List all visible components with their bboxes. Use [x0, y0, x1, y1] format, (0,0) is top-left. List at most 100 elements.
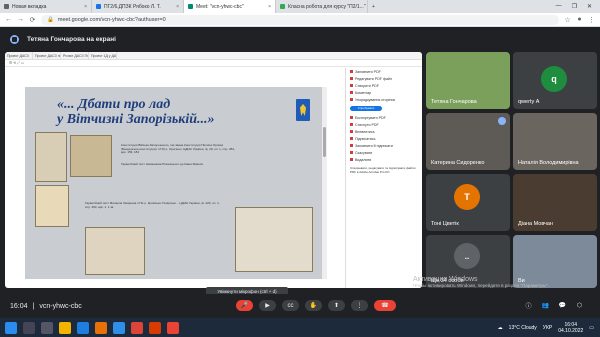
participant-tile[interactable]: Тетяна Гончарова — [426, 52, 510, 109]
side-tool[interactable]: Заповнити й підписати — [346, 142, 422, 149]
meet-icon — [188, 4, 193, 9]
close-tab-icon[interactable]: × — [176, 4, 179, 10]
new-tab-button[interactable]: + — [368, 0, 382, 13]
side-tool[interactable]: Видалити — [346, 156, 422, 163]
office-icon[interactable] — [149, 321, 161, 334]
back-icon[interactable]: ← — [5, 16, 12, 23]
browser-tab[interactable]: ПГ2/6.ДПЗК Рябоко Л. Т. × — [92, 0, 184, 13]
tab-label: Meet: "vcn-yhwc-cbc" — [196, 3, 244, 10]
browser-tab[interactable]: Новая вкладка × — [0, 0, 92, 13]
side-tool[interactable]: Стиснути PDF — [346, 121, 422, 128]
side-tool[interactable]: Коментар — [346, 89, 422, 96]
side-tool-label: Підписатись — [355, 136, 376, 141]
shared-screen: Проект ДАСЗ Проект ДАСЗ пієса Proэкт ДАС… — [5, 52, 422, 288]
side-tool[interactable]: Експортувати PDF — [346, 114, 422, 121]
document-image — [235, 207, 313, 272]
slide-caption: Конституція Війська Запорозького, так зв… — [121, 143, 235, 155]
document-image — [85, 227, 145, 275]
side-tool-label: Заповнити PDF — [355, 69, 381, 74]
captions-button[interactable]: cc — [282, 300, 299, 311]
pdf-scrollbar[interactable] — [322, 87, 327, 279]
activities-icon[interactable]: ⬡ — [571, 300, 588, 311]
present-screen-icon — [10, 34, 19, 44]
weather-text[interactable]: 13°C Cloudy — [509, 325, 537, 331]
more-options-button[interactable]: ⋮ — [351, 300, 368, 311]
close-window-icon[interactable]: ✕ — [587, 3, 592, 10]
close-tab-icon[interactable]: × — [84, 4, 87, 10]
minimize-icon[interactable]: — — [556, 3, 562, 10]
tool-icon — [350, 123, 353, 126]
edge-icon[interactable] — [77, 321, 89, 334]
notification-icon[interactable]: ▭ — [589, 325, 594, 331]
info-icon[interactable]: ⓘ — [520, 300, 537, 311]
tray-clock[interactable]: 16:04 04.10.2022 — [558, 322, 583, 334]
windows-taskbar: ☁ 13°C Cloudy УКР 16:04 04.10.2022 ▭ — [0, 318, 600, 337]
pdf-toolbar: ☰ ⟲ ⤢ ▭ — [5, 60, 422, 67]
chat-icon[interactable]: 💬 — [554, 300, 571, 311]
side-tool[interactable]: Впевнитись — [346, 128, 422, 135]
maximize-icon[interactable]: ❐ — [572, 3, 577, 10]
start-icon[interactable] — [5, 321, 17, 334]
document-icon — [96, 4, 101, 9]
system-tray: ☁ 13°C Cloudy УКР 16:04 04.10.2022 ▭ — [498, 322, 600, 334]
browser-tab[interactable]: Класна робота для курсу "П2/1..."× — [276, 0, 368, 13]
side-tool-label: Заповнити й підписати — [355, 143, 393, 148]
file-explorer-icon[interactable] — [59, 321, 71, 334]
chrome-icon[interactable] — [131, 321, 143, 334]
star-icon[interactable]: ☆ — [564, 16, 571, 24]
tool-icon — [350, 151, 353, 154]
participant-name: Наталія Володимирівна — [518, 160, 579, 166]
tool-icon — [350, 98, 353, 101]
side-tool-label: Створити PDF — [355, 83, 379, 88]
url-field[interactable]: 🔒 meet.google.com/vcn-yhwc-cbc?authuser=… — [41, 14, 559, 25]
leave-call-button[interactable]: ☎ — [374, 300, 396, 311]
slide-caption: Гарантійний лист Нахманова Рязанського д… — [121, 162, 204, 166]
side-tool[interactable]: Заповнити PDF — [346, 68, 422, 75]
meet-control-bar: 16:04 | vcn-yhwc-cbc 🎤 ▶ cc ✋ ⬆ ⋮ ☎ ⓘ 👥 … — [0, 294, 600, 318]
pdf-tab[interactable]: Proэкт ДАСЗ Ппан — [61, 52, 89, 59]
side-tool[interactable]: Упорядкування сторінок — [346, 96, 422, 103]
side-tool-label: Впевнитись — [355, 129, 375, 134]
forward-icon[interactable]: → — [17, 16, 24, 23]
pdf-reader-icon[interactable] — [167, 321, 179, 334]
tool-icon — [350, 144, 353, 147]
activation-text: Чтобы активировать Windows, перейдите в … — [413, 282, 549, 288]
close-tab-icon[interactable]: × — [268, 4, 271, 10]
side-tool[interactable]: Редагувати PDF файл — [346, 75, 422, 82]
participant-tile[interactable]: Діана Мовчан — [513, 174, 597, 231]
people-icon[interactable]: 👥 — [537, 300, 554, 311]
pdf-tab[interactable]: Проект ДАСЗ — [5, 52, 33, 59]
tray-date: 04.10.2022 — [558, 327, 584, 334]
presenting-banner: Тетяна Гончарова на екрані — [0, 28, 600, 50]
reload-icon[interactable]: ⟳ — [29, 16, 36, 24]
windows-activation-watermark: Активация Windows Чтобы активировать Win… — [413, 276, 549, 288]
mic-toggle-button[interactable]: 🎤 — [236, 300, 253, 311]
participant-name: Тетяна Гончарова — [431, 99, 477, 105]
side-tool-label: Упорядкування сторінок — [355, 97, 396, 102]
participant-tile[interactable]: Т Тоні Цветік — [426, 174, 510, 231]
present-button[interactable]: ⬆ — [328, 300, 345, 311]
side-tool-label: Редагувати PDF файл — [355, 76, 393, 81]
side-tool[interactable]: Створити PDF — [346, 82, 422, 89]
search-icon[interactable] — [23, 321, 35, 334]
try-button[interactable]: Спробувати — [350, 106, 382, 111]
weather-icon[interactable]: ☁ — [498, 325, 503, 331]
menu-icon[interactable]: ⋮ — [588, 16, 595, 24]
lang-indicator[interactable]: УКР — [543, 325, 552, 331]
side-tool[interactable]: Підписатись — [346, 135, 422, 142]
tool-icon — [350, 77, 353, 80]
profile-icon[interactable]: ● — [576, 16, 583, 23]
store-icon[interactable] — [113, 321, 125, 334]
side-tool[interactable]: Скасувати — [346, 149, 422, 156]
participant-tile[interactable]: Наталія Володимирівна — [513, 113, 597, 170]
participant-tile[interactable]: Катерина Сидоренко — [426, 113, 510, 170]
browser-tab-active[interactable]: Meet: "vcn-yhwc-cbc" × — [184, 0, 276, 13]
document-image — [70, 135, 112, 177]
pdf-tab[interactable]: Проект 1Д у ДАСЗ — [89, 52, 117, 59]
camera-toggle-button[interactable]: ▶ — [259, 300, 276, 311]
participant-tile[interactable]: q qwerty А — [513, 52, 597, 109]
task-view-icon[interactable] — [41, 321, 53, 334]
firefox-icon[interactable] — [95, 321, 107, 334]
pdf-tab[interactable]: Проект ДАСЗ пієса — [33, 52, 61, 59]
raise-hand-button[interactable]: ✋ — [305, 300, 322, 311]
